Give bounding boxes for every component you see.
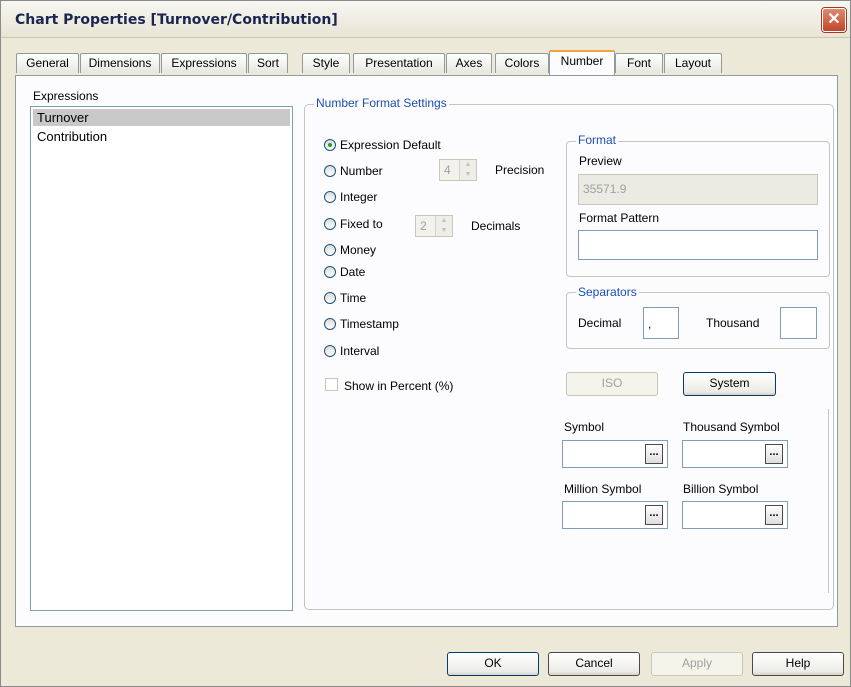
radio-label: Fixed to	[340, 217, 383, 231]
million-symbol-browse-button[interactable]: ...	[645, 505, 663, 525]
title-bar[interactable]: Chart Properties [Turnover/Contribution]…	[1, 1, 850, 38]
radio-date[interactable]: Date	[324, 265, 365, 279]
spin-up-icon[interactable]: ▲	[436, 216, 452, 226]
radio-label: Interval	[340, 344, 380, 358]
separators-title: Separators	[576, 285, 639, 299]
tab-sort[interactable]: Sort	[248, 53, 288, 73]
radio-label: Date	[340, 265, 366, 279]
iso-button[interactable]: ISO	[566, 372, 658, 396]
tab-font[interactable]: Font	[615, 53, 663, 73]
spin-down-icon[interactable]: ▼	[436, 226, 452, 236]
tab-layout[interactable]: Layout	[664, 53, 722, 73]
million-symbol-label: Million Symbol	[564, 482, 642, 496]
help-button[interactable]: Help	[752, 652, 844, 676]
spin-down-icon[interactable]: ▼	[460, 170, 476, 180]
radio-fixed-to[interactable]: Fixed to	[324, 217, 383, 231]
radio-button-icon	[324, 318, 336, 330]
radio-button-icon	[324, 266, 336, 278]
preview-field: 35571.9	[578, 174, 818, 205]
show-percent-checkbox[interactable]	[325, 378, 338, 391]
tab-general[interactable]: General	[16, 53, 79, 73]
expressions-label: Expressions	[33, 89, 99, 103]
precision-label: Precision	[495, 163, 545, 177]
chart-properties-dialog: Chart Properties [Turnover/Contribution]…	[0, 0, 851, 687]
show-percent-label: Show in Percent (%)	[344, 379, 454, 393]
apply-button[interactable]: Apply	[651, 652, 743, 676]
format-title: Format	[576, 133, 619, 147]
format-pattern-field[interactable]	[578, 230, 818, 260]
radio-button-icon	[324, 292, 336, 304]
thousand-symbol-browse-button[interactable]: ...	[765, 444, 783, 464]
tab-dimensions[interactable]: Dimensions	[80, 53, 160, 73]
radio-expression-default[interactable]: Expression Default	[324, 138, 441, 152]
radio-button-icon	[324, 165, 336, 177]
window-title: Chart Properties [Turnover/Contribution]	[15, 12, 338, 28]
radio-label: Number	[340, 164, 383, 178]
tab-presentation[interactable]: Presentation	[353, 53, 445, 73]
radio-button-icon	[324, 244, 336, 256]
radio-label: Money	[340, 243, 377, 257]
radio-label: Time	[340, 291, 367, 305]
expression-item-turnover[interactable]: Turnover	[33, 109, 290, 126]
radio-button-icon	[324, 139, 336, 151]
thousand-label: Thousand	[706, 316, 760, 330]
radio-button-icon	[324, 345, 336, 357]
decimals-value: 2	[420, 219, 427, 233]
number-format-title: Number Format Settings	[314, 96, 449, 110]
spin-up-icon[interactable]: ▲	[460, 160, 476, 170]
radio-interval[interactable]: Interval	[324, 344, 379, 358]
radio-label: Timestamp	[340, 317, 399, 331]
radio-label: Integer	[340, 190, 378, 204]
tab-expressions[interactable]: Expressions	[161, 53, 247, 73]
ok-button[interactable]: OK	[447, 652, 539, 676]
tab-style[interactable]: Style	[302, 53, 350, 73]
radio-button-icon	[324, 191, 336, 203]
thousand-separator-field[interactable]	[780, 307, 817, 339]
billion-symbol-label: Billion Symbol	[683, 482, 759, 496]
cancel-button[interactable]: Cancel	[548, 652, 640, 676]
radio-money[interactable]: Money	[324, 243, 376, 257]
billion-symbol-browse-button[interactable]: ...	[765, 505, 783, 525]
decimals-stepper[interactable]: 2 ▲ ▼	[415, 215, 453, 237]
symbol-area-divider	[828, 409, 829, 593]
tab-colors[interactable]: Colors	[495, 53, 549, 73]
preview-label: Preview	[579, 154, 622, 168]
decimals-label: Decimals	[471, 219, 521, 233]
symbol-label: Symbol	[564, 420, 605, 434]
precision-value: 4	[444, 163, 451, 177]
radio-label: Expression Default	[340, 138, 441, 152]
decimal-label: Decimal	[578, 316, 622, 330]
thousand-symbol-label: Thousand Symbol	[683, 420, 780, 434]
precision-stepper[interactable]: 4 ▲ ▼	[439, 159, 477, 181]
format-pattern-label: Format Pattern	[579, 211, 660, 225]
expression-item-contribution[interactable]: Contribution	[33, 128, 290, 145]
decimal-separator-field[interactable]: ,	[643, 307, 679, 339]
tab-number[interactable]: Number	[549, 50, 615, 75]
symbol-browse-button[interactable]: ...	[645, 444, 663, 464]
radio-integer[interactable]: Integer	[324, 190, 377, 204]
close-icon[interactable]: ✕	[822, 8, 846, 32]
radio-timestamp[interactable]: Timestamp	[324, 317, 399, 331]
system-button[interactable]: System	[683, 372, 776, 396]
radio-button-icon	[324, 218, 336, 230]
tab-axes[interactable]: Axes	[446, 53, 492, 73]
radio-number[interactable]: Number	[324, 164, 383, 178]
radio-time[interactable]: Time	[324, 291, 366, 305]
expressions-list[interactable]: Turnover Contribution	[30, 106, 293, 611]
